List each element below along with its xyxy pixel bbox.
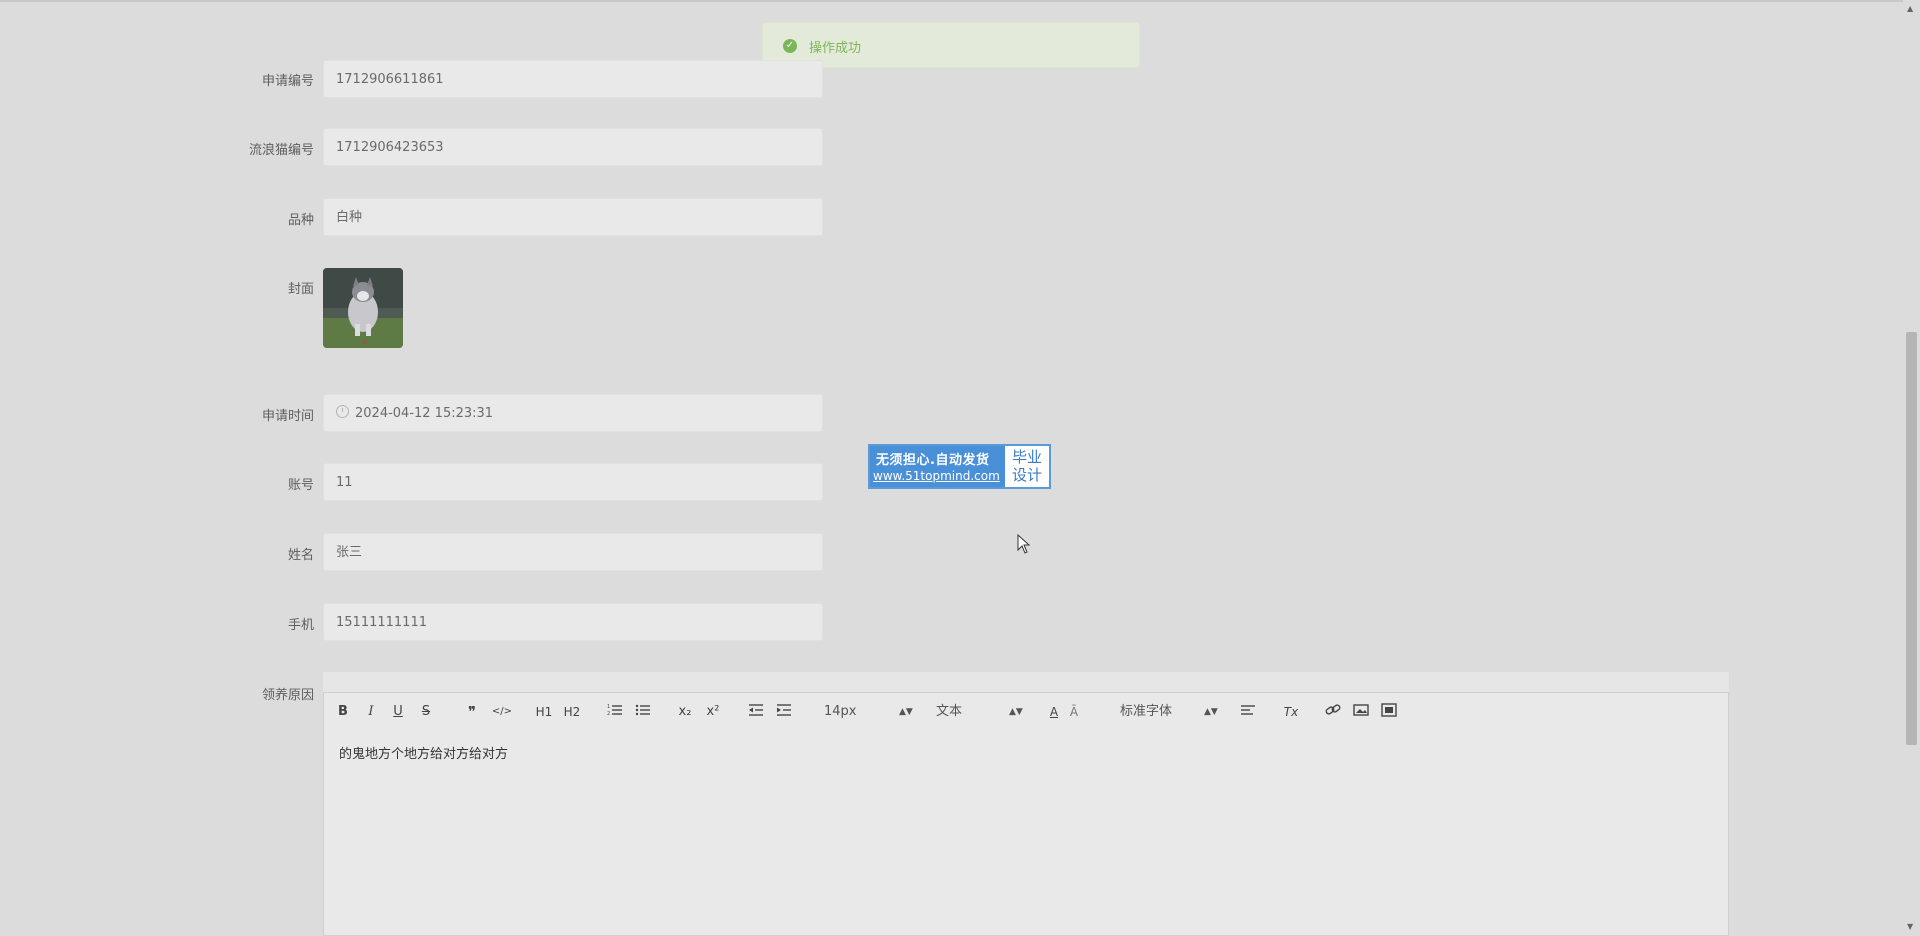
apply-no-value: 1712906611861 (336, 72, 444, 87)
mouse-cursor-icon (1017, 534, 1031, 554)
apply-no-input[interactable]: 1712906611861 (323, 60, 823, 98)
page: ✓ 操作成功 申请编号 1712906611861 流浪猫编号 17129064… (0, 0, 1920, 936)
ordered-list-icon[interactable]: 12 (606, 703, 624, 721)
font-size-select[interactable]: 14px (824, 703, 864, 721)
reason-label: 领养原因 (261, 688, 314, 703)
blockquote-button[interactable]: ❞ (464, 703, 480, 721)
editor-top-strip (323, 672, 1729, 692)
clock-icon (336, 405, 349, 418)
superscript-button[interactable]: x² (704, 703, 722, 721)
ad-url[interactable]: www.51topmind.com (873, 469, 1000, 483)
reason-text: 的鬼地方个地方给对方给对方 (339, 747, 509, 762)
phone-input[interactable]: 15111111111 (323, 603, 823, 641)
name-label: 姓名 (287, 548, 314, 563)
apply-time-label: 申请时间 (261, 409, 314, 424)
video-icon[interactable] (1380, 703, 1398, 721)
font-size-arrow-icon: ▲▼ (899, 707, 913, 717)
check-circle-icon: ✓ (783, 39, 797, 53)
toast-message: 操作成功 (809, 41, 862, 56)
ad-right-panel: 毕业 设计 (1005, 446, 1049, 487)
font-color-icon[interactable]: A (1046, 703, 1062, 721)
name-value: 张三 (336, 545, 363, 560)
editor-content[interactable]: 的鬼地方个地方给对方给对方 (323, 731, 1729, 936)
cover-image[interactable] (323, 268, 403, 348)
code-block-button[interactable]: </> (491, 703, 513, 721)
italic-button[interactable]: I (364, 703, 378, 721)
apply-time-value: 2024-04-12 15:23:31 (355, 406, 494, 421)
breed-input[interactable]: 白种 (323, 198, 823, 236)
vertical-scrollbar[interactable]: ▲ ▼ (1903, 0, 1920, 936)
align-left-icon[interactable] (1239, 703, 1257, 721)
ad-left-panel: 无须担心.自动发货 www.51topmind.com (870, 446, 1005, 487)
breed-label: 品种 (287, 213, 314, 228)
editor-toolbar: B I U S ❞ </> H1 H2 12 x₂ x² 14px ▲▼ 文本 … (323, 692, 1729, 732)
clear-format-button[interactable]: Tx (1281, 703, 1301, 721)
font-family-arrow-icon: ▲▼ (1204, 707, 1218, 717)
breed-value: 白种 (336, 210, 363, 225)
svg-text:2: 2 (607, 711, 610, 717)
ad-banner[interactable]: 无须担心.自动发货 www.51topmind.com 毕业 设计 (868, 444, 1051, 489)
apply-time-input[interactable]: 2024-04-12 15:23:31 (323, 394, 823, 432)
bullet-list-icon[interactable] (634, 703, 652, 721)
ad-slogan: 无须担心.自动发货 (876, 453, 990, 468)
bold-button[interactable]: B (336, 703, 350, 721)
indent-icon[interactable] (775, 703, 793, 721)
link-icon[interactable] (1324, 703, 1342, 721)
name-input[interactable]: 张三 (323, 533, 823, 571)
rich-text-editor: B I U S ❞ </> H1 H2 12 x₂ x² 14px ▲▼ 文本 … (323, 672, 1729, 936)
ad-badge-text: 毕业 设计 (1011, 448, 1042, 484)
h1-button[interactable]: H1 (534, 703, 554, 721)
scroll-down-icon[interactable]: ▼ (1907, 922, 1913, 931)
account-label: 账号 (287, 478, 314, 493)
account-value: 11 (336, 475, 353, 490)
subscript-button[interactable]: x₂ (676, 703, 694, 721)
svg-text:1: 1 (607, 704, 610, 710)
cover-label: 封面 (287, 282, 314, 297)
background-color-icon[interactable]: Ā (1066, 703, 1082, 721)
underline-button[interactable]: U (391, 703, 405, 721)
header-select-arrow-icon: ▲▼ (1009, 707, 1023, 717)
phone-value: 15111111111 (336, 615, 427, 630)
cat-no-label: 流浪猫编号 (248, 143, 314, 158)
outdent-icon[interactable] (747, 703, 765, 721)
scroll-up-icon[interactable]: ▲ (1907, 4, 1913, 13)
account-input[interactable]: 11 (323, 463, 823, 501)
cat-no-value: 1712906423653 (336, 140, 444, 155)
font-family-select[interactable]: 标准字体 (1120, 703, 1190, 721)
cat-photo (323, 268, 403, 348)
strike-button[interactable]: S (419, 703, 433, 721)
image-icon[interactable] (1352, 703, 1370, 721)
header-select[interactable]: 文本 (936, 703, 976, 721)
scroll-thumb[interactable] (1906, 332, 1917, 745)
top-divider (0, 0, 1920, 2)
h2-button[interactable]: H2 (562, 703, 582, 721)
apply-no-label: 申请编号 (261, 74, 314, 89)
phone-label: 手机 (287, 618, 314, 633)
cat-no-input[interactable]: 1712906423653 (323, 128, 823, 166)
